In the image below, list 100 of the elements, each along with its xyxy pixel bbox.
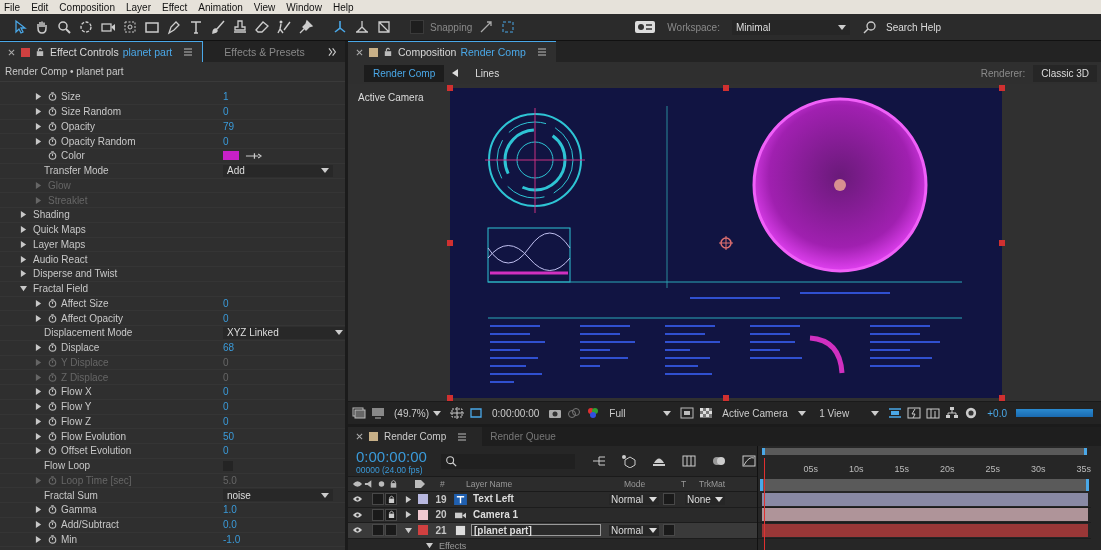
solo-toggle[interactable] (372, 493, 384, 506)
selection-handle[interactable] (447, 240, 453, 246)
property-value[interactable]: 68 (223, 342, 235, 354)
eye-icon[interactable] (352, 495, 363, 504)
panel-tab[interactable]: Composition Render Comp (348, 41, 556, 62)
zoom-icon[interactable] (56, 19, 72, 35)
camera-snapshot-icon[interactable] (548, 407, 563, 419)
stopwatch-icon[interactable] (48, 343, 57, 353)
view-layout-dropdown[interactable]: 1 View (819, 407, 880, 419)
lock-toggle[interactable] (385, 508, 397, 521)
menu-item[interactable]: Layer (125, 1, 151, 13)
stopwatch-icon[interactable] (48, 534, 57, 544)
stopwatch-icon[interactable] (48, 446, 57, 456)
property-value[interactable]: 0 (223, 297, 229, 309)
close-icon[interactable] (8, 48, 15, 56)
selection-handle[interactable] (999, 85, 1005, 91)
stopwatch-icon[interactable] (48, 298, 57, 308)
close-icon[interactable] (356, 48, 363, 56)
frame-blending-icon[interactable] (681, 454, 697, 468)
roto-brush-icon[interactable] (276, 19, 292, 35)
timeline-tab[interactable]: Render Comp (348, 427, 483, 446)
blend-mode-dropdown[interactable]: Normal (609, 524, 659, 536)
disclosure-triangle-icon[interactable] (20, 255, 27, 263)
exposure-icon[interactable] (964, 407, 979, 419)
layer-name[interactable]: Camera 1 (471, 508, 601, 521)
menu-item[interactable]: Edit (31, 1, 49, 13)
stopwatch-icon[interactable] (48, 416, 57, 426)
preserve-transparency-toggle[interactable] (663, 493, 675, 506)
flowchart-icon[interactable] (945, 407, 960, 419)
layer-duration-bar[interactable] (762, 492, 1088, 506)
color-swatch[interactable] (223, 151, 239, 161)
property-dropdown[interactable]: XYZ Linked (223, 326, 345, 339)
composition-nav-tab[interactable]: Render Comp (364, 64, 445, 82)
selection-handle[interactable] (447, 395, 453, 401)
workspace-dropdown[interactable]: Minimal (731, 19, 850, 35)
composition-nav-tab[interactable]: Lines (466, 64, 509, 82)
selection-handle[interactable] (999, 240, 1005, 246)
snapshot-icon[interactable] (352, 407, 366, 419)
lock-icon[interactable] (36, 47, 44, 57)
graph-editor-icon[interactable] (741, 454, 757, 468)
disclosure-triangle-icon[interactable] (20, 285, 27, 293)
disclosure-triangle-icon[interactable] (426, 542, 433, 549)
property-value[interactable]: 0 (223, 386, 229, 398)
stopwatch-icon[interactable] (48, 402, 57, 412)
property-value[interactable]: 0.0 (223, 519, 237, 531)
stopwatch-icon[interactable] (48, 505, 57, 515)
snap-frame-icon[interactable] (500, 19, 517, 35)
stamp-icon[interactable] (232, 19, 248, 35)
solo-toggle[interactable] (372, 524, 384, 537)
property-value[interactable]: 0 (223, 312, 229, 324)
mask-path-icon[interactable] (469, 407, 483, 419)
layer-duration-bar[interactable] (762, 508, 1088, 522)
stopwatch-icon[interactable] (48, 92, 57, 102)
workspace-switch-icon[interactable] (635, 21, 656, 33)
stopwatch-icon[interactable] (48, 136, 57, 146)
menu-item[interactable]: Window (286, 1, 322, 13)
menu-icon[interactable] (537, 48, 546, 56)
panel-tab[interactable]: Effects & Presets (203, 41, 328, 62)
menu-icon[interactable] (184, 48, 193, 56)
pen-icon[interactable] (166, 19, 182, 35)
label-color-swatch[interactable] (418, 509, 428, 520)
world-axis-icon[interactable] (354, 19, 370, 35)
preserve-transparency-toggle[interactable] (663, 524, 675, 537)
resolution-dropdown[interactable]: Full (609, 407, 672, 419)
region-of-interest-icon[interactable] (680, 407, 695, 419)
menu-item[interactable]: Animation (198, 1, 243, 13)
property-value[interactable]: 0 (223, 415, 229, 427)
stopwatch-icon[interactable] (48, 431, 57, 441)
track-matte-dropdown[interactable]: None (685, 493, 725, 505)
selection-handle[interactable] (723, 395, 729, 401)
timeline-tab[interactable]: Render Queue (482, 427, 572, 446)
menu-item[interactable]: Effect (161, 1, 188, 13)
selection-handle[interactable] (723, 85, 729, 91)
camera-view-dropdown[interactable]: Active Camera (722, 407, 807, 419)
property-value[interactable]: 0 (223, 445, 229, 457)
view-axis-icon[interactable] (376, 19, 392, 35)
stopwatch-icon[interactable] (48, 151, 57, 161)
selection-handle[interactable] (999, 395, 1005, 401)
stopwatch-icon[interactable] (48, 121, 57, 131)
pan-behind-icon[interactable] (122, 19, 138, 35)
safe-zones-icon[interactable] (450, 407, 464, 419)
selection-arrow-icon[interactable] (12, 19, 28, 35)
disclosure-triangle-icon[interactable] (405, 526, 412, 534)
rectangle-icon[interactable] (144, 19, 160, 35)
disclosure-triangle-icon[interactable] (20, 226, 27, 234)
property-value[interactable]: 0 (223, 135, 229, 147)
exposure-value[interactable]: +0.0 (987, 407, 1008, 419)
layer-name[interactable]: [planet part] (471, 524, 601, 537)
close-icon[interactable] (356, 433, 363, 440)
menu-item[interactable]: View (253, 1, 276, 13)
property-dropdown[interactable]: noise (223, 489, 333, 502)
menu-item[interactable]: Help (332, 1, 354, 13)
label-color-swatch[interactable] (418, 494, 428, 505)
property-value[interactable]: 1 (223, 91, 229, 103)
monitor-icon[interactable] (371, 407, 385, 419)
pin-icon[interactable] (298, 19, 314, 35)
lock-icon[interactable] (384, 47, 392, 57)
property-value[interactable]: 0 (223, 106, 229, 118)
selection-handle[interactable] (447, 85, 453, 91)
zoom-dropdown[interactable]: (49.7%) (394, 407, 441, 419)
